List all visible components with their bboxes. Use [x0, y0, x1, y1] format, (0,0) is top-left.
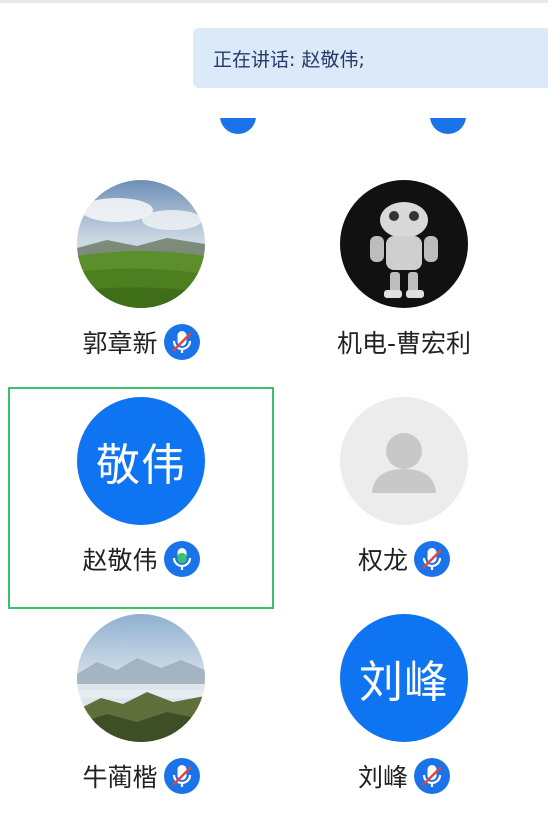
- participant-tile[interactable]: 郭章新: [10, 172, 272, 390]
- mic-off-icon[interactable]: [414, 758, 450, 794]
- participant-name-row: 权龙: [273, 539, 535, 579]
- avatar-placeholder: [340, 397, 468, 525]
- participant-name-row: 牛蔺楷: [10, 756, 272, 796]
- mic-speaking-icon[interactable]: [163, 541, 200, 577]
- landscape-photo: [77, 180, 205, 308]
- mountain-photo: [77, 614, 205, 742]
- mic-off-icon[interactable]: [163, 324, 200, 360]
- participant-name: 郭章新: [82, 329, 158, 358]
- participant-name: 权龙: [357, 546, 408, 575]
- participant-name-row: 刘峰: [273, 756, 535, 796]
- participant-tile-active-speaker[interactable]: 敬伟 赵敬伟: [8, 387, 274, 609]
- participant-tile[interactable]: 机电-曹宏利: [273, 172, 535, 390]
- participant-name-row: 郭章新: [10, 322, 272, 362]
- participant-tile[interactable]: 权龙: [273, 389, 535, 607]
- avatar-text: 敬伟: [77, 397, 205, 525]
- robot-photo: [340, 180, 468, 308]
- participant-name: 机电-曹宏利: [336, 329, 472, 358]
- mic-off-icon: [220, 118, 256, 134]
- avatar-initials: 刘峰: [359, 657, 449, 708]
- speaking-banner: 正在讲话: 赵敬伟;: [193, 28, 548, 88]
- scrolled-off-row: [0, 118, 548, 138]
- mic-off-icon[interactable]: [163, 758, 200, 794]
- mic-off-icon: [430, 118, 466, 134]
- participant-name: 赵敬伟: [82, 546, 158, 575]
- avatar: [340, 180, 468, 308]
- participant-tile[interactable]: 刘峰 刘峰: [273, 606, 535, 824]
- participant-name: 牛蔺楷: [82, 763, 158, 792]
- mic-off-icon[interactable]: [414, 541, 450, 577]
- participant-name-row: 机电-曹宏利: [273, 322, 535, 362]
- avatar: [77, 614, 205, 742]
- person-silhouette-icon: [372, 433, 436, 493]
- avatar-initials: 敬伟: [96, 440, 186, 491]
- participant-name-row: 赵敬伟: [10, 539, 272, 579]
- top-divider: [0, 0, 548, 3]
- avatar: [77, 180, 205, 308]
- avatar-text: 刘峰: [340, 614, 468, 742]
- participant-tile[interactable]: 牛蔺楷: [10, 606, 272, 824]
- participant-name: 刘峰: [357, 763, 408, 792]
- speaking-banner-text: 正在讲话: 赵敬伟;: [213, 48, 365, 71]
